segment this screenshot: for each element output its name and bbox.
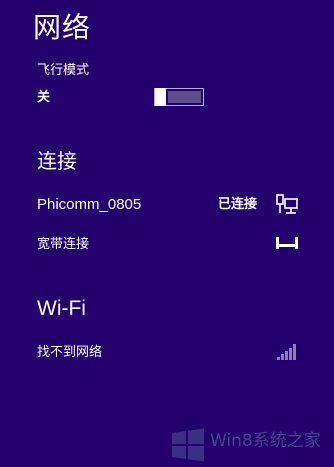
- watermark-text: Win8系统之家: [210, 431, 321, 451]
- connections-section-title: 连接: [37, 149, 77, 173]
- ethernet-icon: [276, 194, 298, 214]
- airplane-mode-state: 关: [37, 90, 51, 105]
- airplane-mode-toggle[interactable]: [154, 88, 204, 106]
- toggle-thumb[interactable]: [155, 88, 166, 106]
- wifi-no-networks: 找不到网络: [37, 345, 103, 360]
- wifi-section-title: Wi-Fi: [37, 297, 86, 320]
- connection-item-broadband[interactable]: 宽带连接: [37, 235, 89, 255]
- windows-logo-icon: [172, 428, 204, 462]
- connection-status: 已连接: [218, 197, 258, 212]
- toggle-track: [168, 91, 201, 103]
- wifi-signal-icon: [277, 344, 296, 360]
- broadband-icon: [276, 237, 298, 249]
- airplane-mode-label: 飞行模式: [37, 63, 90, 78]
- connection-item-phicomm[interactable]: Phicomm_0805: [37, 195, 141, 215]
- watermark: Win8系统之家: [168, 424, 334, 467]
- panel-title: 网络: [33, 11, 92, 44]
